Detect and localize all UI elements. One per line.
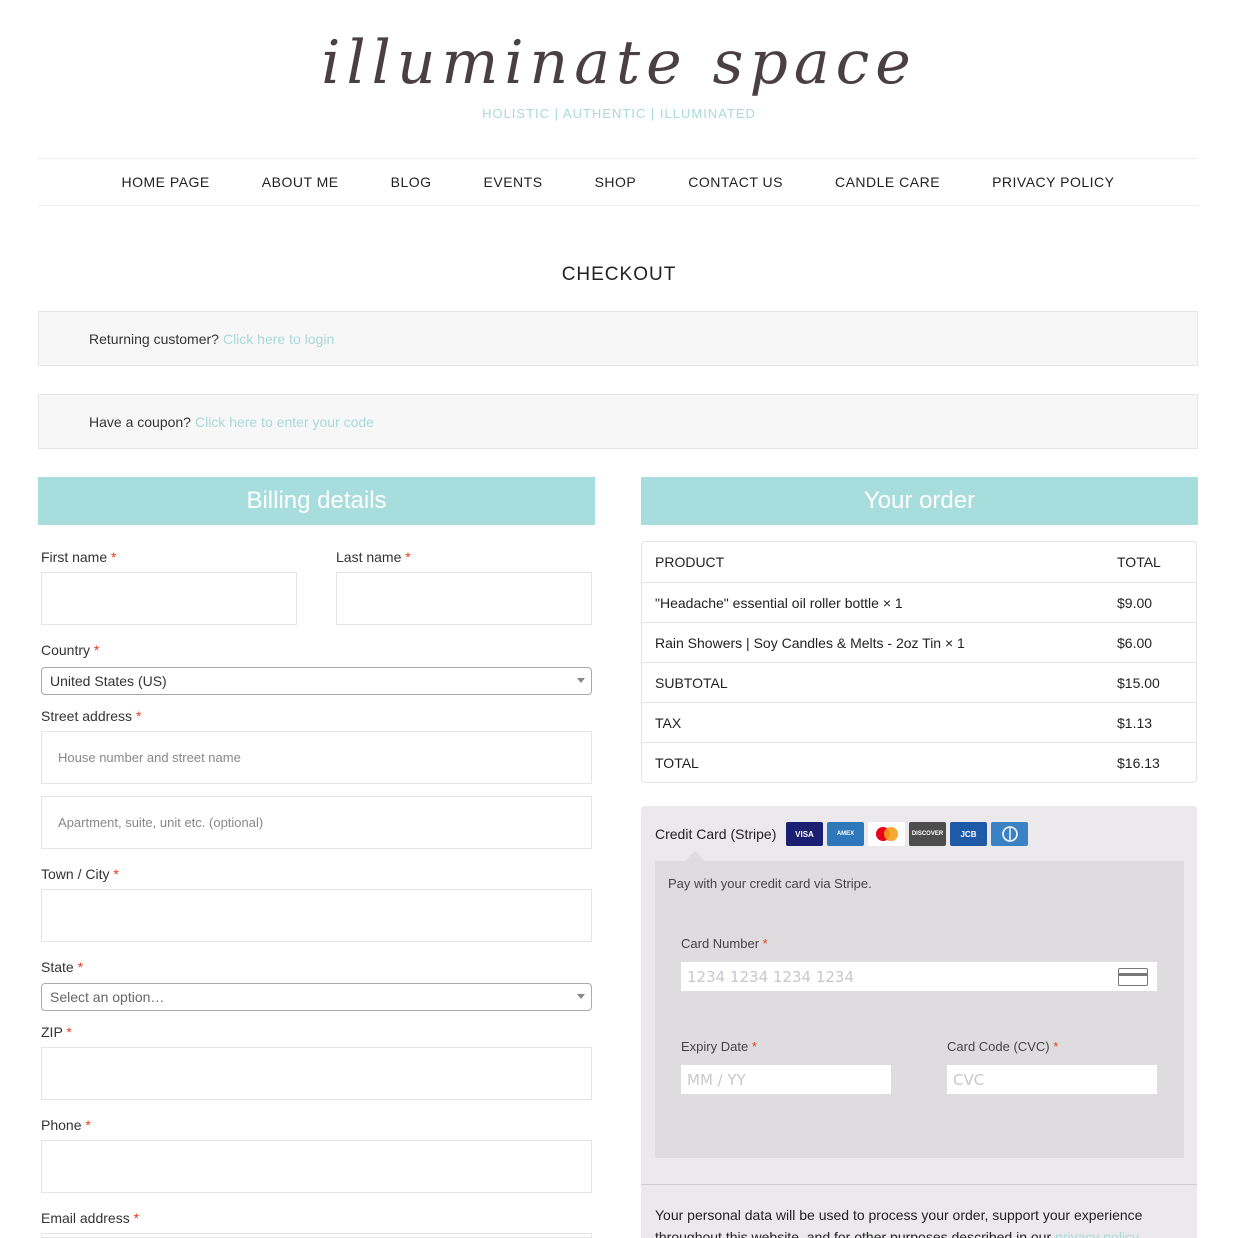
item-total: $9.00 [1117,594,1153,611]
nav-home[interactable]: HOME PAGE [122,174,210,190]
item-name: "Headache" essential oil roller bottle ×… [655,594,903,611]
nav-about[interactable]: ABOUT ME [262,174,339,190]
phone-field[interactable] [41,1140,592,1193]
apartment-field[interactable]: Apartment, suite, unit etc. (optional) [41,796,592,849]
state-select[interactable]: Select an option… [41,983,592,1011]
discover-icon: DISCOVER [909,822,946,846]
privacy-divider [641,1184,1197,1185]
order-item-row: Rain Showers | Soy Candles & Melts - 2oz… [642,622,1196,662]
nav-events[interactable]: EVENTS [484,174,543,190]
tax-label: TAX [655,714,682,731]
nav-contact[interactable]: CONTACT US [688,174,783,190]
coupon-notice-text: Have a coupon? [89,413,191,430]
stripe-card-form: Pay with your credit card via Stripe. Ca… [655,851,1184,1158]
total-value: $16.13 [1117,754,1160,771]
city-label: Town / City * [41,866,119,882]
nav-candle-care[interactable]: CANDLE CARE [835,174,940,190]
zip-field[interactable] [41,1047,592,1100]
payment-description: Pay with your credit card via Stripe. [668,876,872,891]
login-link[interactable]: Click here to login [223,331,334,347]
item-name: Rain Showers | Soy Candles & Melts - 2oz… [655,634,965,651]
tax-value: $1.13 [1117,714,1153,731]
country-value: United States (US) [50,673,167,689]
apartment-placeholder: Apartment, suite, unit etc. (optional) [58,815,264,830]
state-value: Select an option… [50,989,165,1005]
total-column-header: TOTAL [1117,554,1161,570]
last-name-label: Last name * [336,549,411,565]
total-row: TOTAL $16.13 [642,742,1196,782]
coupon-link[interactable]: Click here to enter your code [195,414,374,430]
cvc-placeholder: CVC [953,1070,985,1089]
chevron-down-icon [577,994,585,999]
subtotal-value: $15.00 [1117,674,1160,691]
card-number-placeholder: 1234 1234 1234 1234 [687,967,854,986]
first-name-field[interactable] [41,572,297,625]
country-label: Country * [41,642,100,658]
total-label: TOTAL [655,754,699,771]
expiry-label: Expiry Date * [681,1039,757,1054]
expiry-field[interactable]: MM / YY [681,1065,891,1094]
zip-label: ZIP * [41,1024,72,1040]
subtotal-row: SUBTOTAL $15.00 [642,662,1196,702]
chevron-down-icon [577,678,585,683]
main-nav: HOME PAGE ABOUT ME BLOG EVENTS SHOP CONT… [38,158,1198,206]
cvc-label: Card Code (CVC) * [947,1039,1059,1054]
page-title: CHECKOUT [561,264,677,285]
site-tagline: HOLISTIC | AUTHENTIC | ILLUMINATED [482,106,756,121]
state-label: State * [41,959,84,975]
privacy-policy-link[interactable]: privacy policy [1055,1229,1139,1238]
visa-icon: VISA [786,822,823,846]
mastercard-icon [868,822,905,846]
nav-blog[interactable]: BLOG [391,174,432,190]
product-column-header: PRODUCT [655,554,725,570]
email-field[interactable] [41,1233,592,1238]
site-logo[interactable]: illuminate space [0,18,1238,108]
card-number-field[interactable]: 1234 1234 1234 1234 [681,962,1157,991]
order-item-row: "Headache" essential oil roller bottle ×… [642,582,1196,622]
billing-heading: Billing details [38,477,595,525]
phone-label: Phone * [41,1117,91,1133]
first-name-label: First name * [41,549,117,565]
street-field[interactable]: House number and street name [41,731,592,784]
cvc-field[interactable]: CVC [947,1065,1157,1094]
card-number-label: Card Number * [681,936,768,951]
credit-card-icon [1118,968,1148,986]
login-notice-text: Returning customer? [89,330,219,347]
order-header-row: PRODUCT TOTAL [642,542,1196,582]
item-total: $6.00 [1117,634,1153,651]
payment-section: Credit Card (Stripe) VISA AMEX DISCOVER … [641,806,1197,1238]
login-notice: Returning customer? Click here to login [38,311,1198,366]
email-label: Email address * [41,1210,140,1226]
payment-method-label[interactable]: Credit Card (Stripe) [655,826,776,842]
jcb-icon: JCB [950,822,987,846]
nav-privacy[interactable]: PRIVACY POLICY [992,174,1114,190]
card-brand-icons: VISA AMEX DISCOVER JCB [786,822,1028,846]
last-name-field[interactable] [336,572,592,625]
privacy-notice: Your personal data will be used to proce… [655,1204,1185,1238]
city-field[interactable] [41,889,592,942]
order-table: PRODUCT TOTAL "Headache" essential oil r… [641,541,1197,783]
country-select[interactable]: United States (US) [41,667,592,695]
amex-icon: AMEX [827,822,864,846]
nav-shop[interactable]: SHOP [595,174,637,190]
coupon-notice: Have a coupon? Click here to enter your … [38,394,1198,449]
logo-text: illuminate space [321,28,917,98]
street-placeholder: House number and street name [58,750,241,765]
tax-row: TAX $1.13 [642,702,1196,742]
diners-icon [991,822,1028,846]
order-heading: Your order [641,477,1198,525]
expiry-placeholder: MM / YY [687,1070,746,1089]
street-label: Street address * [41,708,142,724]
subtotal-label: SUBTOTAL [655,674,728,691]
